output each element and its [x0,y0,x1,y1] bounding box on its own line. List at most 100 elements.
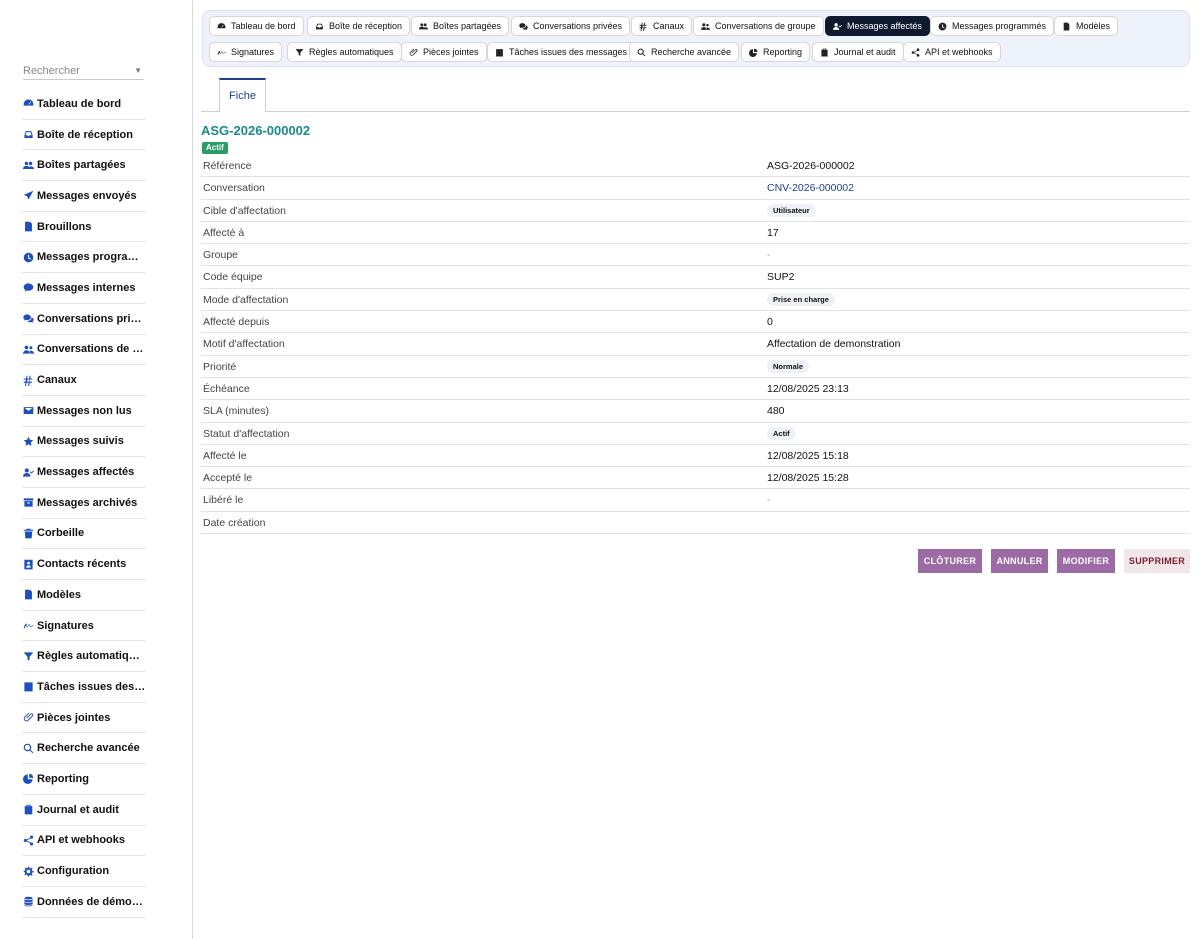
filter-icon [22,650,35,663]
sidebar-item-0[interactable]: Tableau de bord [22,89,146,120]
module-tab-2[interactable]: Boîtes partagées [411,16,510,36]
sidebar-item-18[interactable]: Règles automatiques [22,641,146,673]
sidebar-item-20[interactable]: Pièces jointes [22,703,146,734]
module-tab-15[interactable]: Journal et audit [812,42,904,62]
user-group-icon [701,22,715,31]
sidebar-item-25[interactable]: Configuration [22,856,146,887]
detail-row: Accepté le 12/08/2025 15:28 [201,467,1190,490]
sidebar-item-19[interactable]: Tâches issues des messages [22,672,146,703]
record-title: ASG-2026-000002 [201,123,311,138]
sidebar: Rechercher ▼ Tableau de bord Boîte de réc… [0,0,193,939]
sidebar-item-label: Recherche avancée [37,742,140,755]
sidebar-item-label: Pièces jointes [37,711,111,724]
tab-fiche[interactable]: Fiche [219,78,266,112]
module-tab-0[interactable]: Tableau de bord [209,16,304,36]
sidebar-item-13[interactable]: Messages archivés [22,488,146,519]
filter-icon [295,48,309,57]
sidebar-item-6[interactable]: Messages internes [22,273,146,304]
detail-row: Échéance 12/08/2025 23:13 [201,378,1190,401]
sidebar-item-11[interactable]: Messages suivis [22,427,146,458]
sidebar-item-2[interactable]: Boîtes partagées [22,150,146,182]
sidebar-item-23[interactable]: Journal et audit [22,795,146,826]
sidebar-item-label: API et webhooks [37,834,126,847]
detail-row: Motif d'affectation Affectation de demons… [201,333,1190,356]
sidebar-item-label: Brouillons [37,220,92,233]
module-tab-8[interactable]: Modèles [1054,16,1119,36]
sidebar-item-label: Reporting [37,772,89,785]
search-select[interactable]: Rechercher ▼ [23,62,144,80]
sidebar-item-24[interactable]: API et webhooks [22,826,146,857]
module-tab-12[interactable]: Tâches issues des messages [487,42,636,62]
module-tab-1[interactable]: Boîte de réception [307,16,411,36]
clock-icon [938,22,952,31]
detail-row: Groupe - [201,244,1190,267]
detail-label: Libéré le [203,494,244,507]
gear-icon [22,865,35,878]
conversation-link[interactable]: CNV-2026-000002 [767,182,854,194]
sidebar-item-label: Contacts récents [37,558,127,571]
detail-label: Mode d'affectation [203,293,289,306]
module-tab-13[interactable]: Recherche avancée [629,42,740,62]
clipboard-icon [820,48,834,57]
module-tab-10[interactable]: Règles automatiques [287,42,402,62]
share-icon [911,47,925,57]
sidebar-item-21[interactable]: Recherche avancée [22,733,146,765]
detail-row: Conversation CNV-2026-000002 [201,177,1190,200]
sidebar-item-7[interactable]: Conversations privées [22,304,146,335]
sidebar-item-5[interactable]: Messages programmés [22,242,146,274]
inbox-icon [22,128,35,141]
sidebar-item-22[interactable]: Reporting [22,764,146,795]
detail-row: Affecté le 12/08/2025 15:18 [201,445,1190,468]
module-tab-16[interactable]: API et webhooks [903,42,1001,62]
detail-label: Cible d'affectation [203,204,286,217]
detail-label: Échéance [203,382,250,395]
sidebar-item-16[interactable]: Modèles [22,580,146,611]
module-tab-6[interactable]: Messages affectés [825,16,930,36]
sidebar-item-12[interactable]: Messages affectés [22,457,146,488]
sidebar-item-label: Boîte de réception [37,128,133,141]
detail-label: Affecté depuis [203,316,270,329]
tasks-icon [495,48,509,57]
module-tab-3[interactable]: Conversations privées [511,16,631,36]
user-check-icon [22,466,35,479]
detail-value: - [767,494,771,507]
sidebar-item-label: Messages archivés [37,496,138,509]
sidebar-item-9[interactable]: Canaux [22,365,146,396]
module-tab-label: Boîtes partagées [433,21,502,31]
sidebar-item-26[interactable]: Données de démonstration [22,887,146,918]
sidebar-item-label: Messages envoyés [37,189,137,202]
sidebar-item-15[interactable]: Contacts récents [22,549,146,580]
contact-icon [22,558,35,571]
sidebar-item-17[interactable]: Signatures [22,611,146,642]
sidebar-item-1[interactable]: Boîte de réception [22,120,146,151]
sidebar-item-3[interactable]: Messages envoyés [22,181,146,212]
module-tab-bar: Tableau de bord Boîte de réception Boîtes … [202,10,1190,67]
hashtag-icon [22,374,35,387]
sidebar-item-10[interactable]: Messages non lus [22,396,146,427]
edit-button[interactable]: MODIFIER [1057,549,1115,573]
cancel-button[interactable]: ANNULER [991,549,1048,573]
sidebar-item-8[interactable]: Conversations de groupe [22,335,146,366]
delete-button[interactable]: SUPPRIMER [1124,549,1190,573]
sidebar-item-14[interactable]: Corbeille [22,519,146,550]
module-tab-5[interactable]: Conversations de groupe [693,16,824,36]
detail-chip: Actif [767,426,796,440]
template-icon [1062,22,1076,31]
file-icon [22,220,35,233]
module-tab-14[interactable]: Reporting [741,42,811,62]
module-tab-4[interactable]: Canaux [631,16,693,36]
module-tab-label: Reporting [763,47,803,57]
tasks-icon [22,680,35,693]
module-tab-11[interactable]: Pièces jointes [401,42,487,62]
sidebar-item-4[interactable]: Brouillons [22,212,146,243]
detail-row: Affecté depuis 0 [201,311,1190,334]
close-button[interactable]: CLÔTURER [918,549,982,573]
module-tab-9[interactable]: Signatures [209,42,283,62]
detail-row: Référence ASG-2026-000002 [201,155,1190,178]
archive-icon [22,496,35,509]
module-tab-label: Tableau de bord [231,21,296,31]
detail-row: Priorité Normale [201,356,1190,378]
detail-value: ASG-2026-000002 [767,160,855,172]
module-tab-7[interactable]: Messages programmés [930,16,1055,36]
detail-label: Groupe [203,249,239,262]
